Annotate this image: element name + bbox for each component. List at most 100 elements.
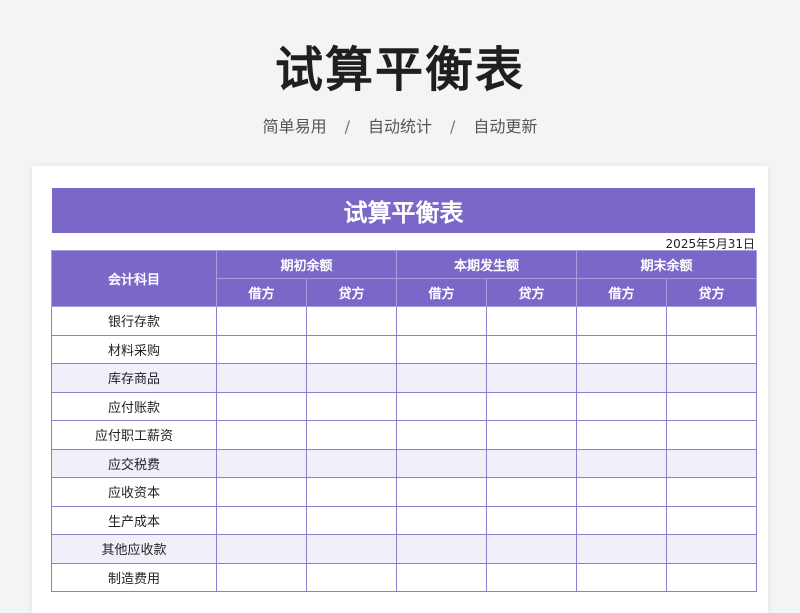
- credit-cell[interactable]: [305, 363, 398, 393]
- header-group-opening[interactable]: 期初余额: [215, 250, 398, 279]
- credit-cell[interactable]: [486, 505, 578, 535]
- account-name-cell[interactable]: 库存商品: [51, 363, 217, 393]
- credit-cell[interactable]: [666, 334, 758, 364]
- debit-cell[interactable]: [396, 306, 488, 336]
- debit-cell[interactable]: [216, 391, 307, 421]
- debit-cell[interactable]: [216, 534, 307, 564]
- debit-cell[interactable]: [576, 562, 668, 592]
- credit-cell[interactable]: [305, 420, 398, 450]
- credit-cell[interactable]: [666, 534, 758, 564]
- debit-cell[interactable]: [576, 534, 668, 564]
- tagline-separator: /: [344, 117, 350, 136]
- credit-cell[interactable]: [305, 391, 398, 421]
- tagline-separator: /: [450, 117, 456, 136]
- credit-cell[interactable]: [486, 306, 578, 336]
- credit-cell[interactable]: [666, 505, 758, 535]
- header-debit[interactable]: 借方: [576, 278, 668, 307]
- credit-cell[interactable]: [305, 505, 398, 535]
- credit-cell[interactable]: [666, 420, 758, 450]
- table-row: 制造费用: [51, 562, 758, 592]
- account-name-cell[interactable]: 应付职工薪资: [51, 420, 217, 450]
- debit-cell[interactable]: [576, 505, 668, 535]
- tagline: 简单易用 / 自动统计 / 自动更新: [0, 113, 800, 137]
- credit-cell[interactable]: [486, 363, 578, 393]
- table-row: 银行存款: [51, 306, 758, 336]
- header-debit[interactable]: 借方: [396, 278, 488, 307]
- debit-cell[interactable]: [396, 391, 488, 421]
- credit-cell[interactable]: [666, 306, 758, 336]
- debit-cell[interactable]: [576, 391, 668, 421]
- header-credit[interactable]: 贷方: [305, 278, 398, 307]
- header-account[interactable]: 会计科目: [51, 250, 217, 307]
- debit-cell[interactable]: [396, 534, 488, 564]
- credit-cell[interactable]: [486, 477, 578, 507]
- credit-cell[interactable]: [305, 334, 398, 364]
- credit-cell[interactable]: [305, 534, 398, 564]
- debit-cell[interactable]: [216, 562, 307, 592]
- debit-cell[interactable]: [396, 448, 488, 478]
- credit-cell[interactable]: [486, 448, 578, 478]
- debit-cell[interactable]: [396, 334, 488, 364]
- table-row: 生产成本: [51, 505, 758, 535]
- table-row: 其他应收款: [51, 534, 758, 564]
- tagline-item-easy: 简单易用: [262, 117, 327, 136]
- debit-cell[interactable]: [576, 363, 668, 393]
- debit-cell[interactable]: [216, 306, 307, 336]
- debit-cell[interactable]: [576, 448, 668, 478]
- debit-cell[interactable]: [576, 420, 668, 450]
- debit-cell[interactable]: [396, 505, 488, 535]
- debit-cell[interactable]: [216, 363, 307, 393]
- tagline-item-auto-update: 自动更新: [473, 117, 538, 136]
- debit-cell[interactable]: [576, 477, 668, 507]
- debit-cell[interactable]: [396, 420, 488, 450]
- credit-cell[interactable]: [666, 477, 758, 507]
- sheet-title-banner[interactable]: 试算平衡表: [52, 188, 755, 233]
- table-row: 材料采购: [51, 334, 758, 364]
- table-row: 库存商品: [51, 363, 758, 393]
- header-credit[interactable]: 贷方: [666, 278, 758, 307]
- trial-balance-table: 会计科目 期初余额 本期发生额 期末余额 借方 贷方 借方 贷方 借方 贷方 银…: [51, 250, 758, 592]
- header-group-closing[interactable]: 期末余额: [576, 250, 758, 279]
- debit-cell[interactable]: [396, 562, 488, 592]
- debit-cell[interactable]: [396, 363, 488, 393]
- credit-cell[interactable]: [666, 562, 758, 592]
- debit-cell[interactable]: [396, 477, 488, 507]
- debit-cell[interactable]: [216, 448, 307, 478]
- debit-cell[interactable]: [576, 334, 668, 364]
- credit-cell[interactable]: [666, 391, 758, 421]
- debit-cell[interactable]: [576, 306, 668, 336]
- credit-cell[interactable]: [486, 391, 578, 421]
- account-name-cell[interactable]: 银行存款: [51, 306, 217, 336]
- credit-cell[interactable]: [305, 562, 398, 592]
- table-row: 应交税费: [51, 448, 758, 478]
- credit-cell[interactable]: [305, 306, 398, 336]
- header-debit[interactable]: 借方: [216, 278, 307, 307]
- account-name-cell[interactable]: 生产成本: [51, 505, 217, 535]
- header-group-period[interactable]: 本期发生额: [396, 250, 578, 279]
- account-name-cell[interactable]: 应付账款: [51, 391, 217, 421]
- header-credit[interactable]: 贷方: [486, 278, 578, 307]
- sheet-date[interactable]: 2025年5月31日: [52, 235, 755, 251]
- credit-cell[interactable]: [486, 334, 578, 364]
- debit-cell[interactable]: [216, 505, 307, 535]
- table-body: 银行存款 材料采购 库存商品 应付账款 应付职工薪资 应交税费 应收资本 生产成本 其他应收款制…: [51, 306, 758, 592]
- credit-cell[interactable]: [666, 448, 758, 478]
- account-name-cell[interactable]: 应交税费: [51, 448, 217, 478]
- debit-cell[interactable]: [216, 477, 307, 507]
- spreadsheet-sheet: 试算平衡表 2025年5月31日 会计科目 期初余额 本期发生额 期末余额 借方…: [32, 166, 768, 613]
- credit-cell[interactable]: [305, 477, 398, 507]
- account-name-cell[interactable]: 材料采购: [51, 334, 217, 364]
- credit-cell[interactable]: [486, 562, 578, 592]
- credit-cell[interactable]: [305, 448, 398, 478]
- credit-cell[interactable]: [666, 363, 758, 393]
- debit-cell[interactable]: [216, 420, 307, 450]
- table-row: 应付职工薪资: [51, 420, 758, 450]
- page-title: 试算平衡表: [274, 42, 525, 98]
- credit-cell[interactable]: [486, 420, 578, 450]
- table-row: 应付账款: [51, 391, 758, 421]
- account-name-cell[interactable]: 制造费用: [51, 562, 217, 592]
- account-name-cell[interactable]: 其他应收款: [51, 534, 217, 564]
- credit-cell[interactable]: [486, 534, 578, 564]
- account-name-cell[interactable]: 应收资本: [51, 477, 217, 507]
- debit-cell[interactable]: [216, 334, 307, 364]
